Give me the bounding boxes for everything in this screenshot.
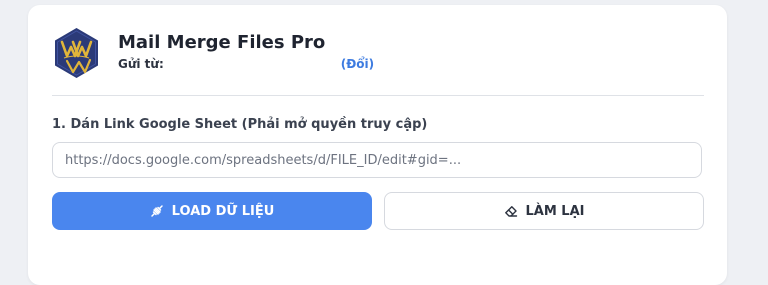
sender-label: Gửi từ: [118, 56, 164, 71]
load-data-button[interactable]: LOAD DỮ LIỆU [52, 192, 372, 230]
eraser-icon [504, 204, 518, 218]
change-sender-link[interactable]: (Đổi) [341, 56, 374, 72]
logo-icon [55, 28, 98, 78]
sender-row: Gửi từ: (Đổi) [118, 56, 374, 72]
reset-button[interactable]: LÀM LẠI [384, 192, 704, 230]
app-title: Mail Merge Files Pro [118, 31, 326, 53]
sheet-link-label: 1. Dán Link Google Sheet (Phải mở quyền … [52, 117, 428, 132]
plug-icon [150, 204, 164, 218]
divider [52, 95, 704, 96]
app-header: Mail Merge Files Pro Gửi từ: (Đổi) [54, 27, 374, 79]
main-card: Mail Merge Files Pro Gửi từ: (Đổi) 1. Dá… [28, 5, 727, 285]
reset-label: LÀM LẠI [525, 203, 585, 219]
load-data-label: LOAD DỮ LIỆU [171, 203, 275, 219]
title-block: Mail Merge Files Pro Gửi từ: (Đổi) [118, 32, 374, 72]
sheet-link-input[interactable] [52, 142, 702, 178]
